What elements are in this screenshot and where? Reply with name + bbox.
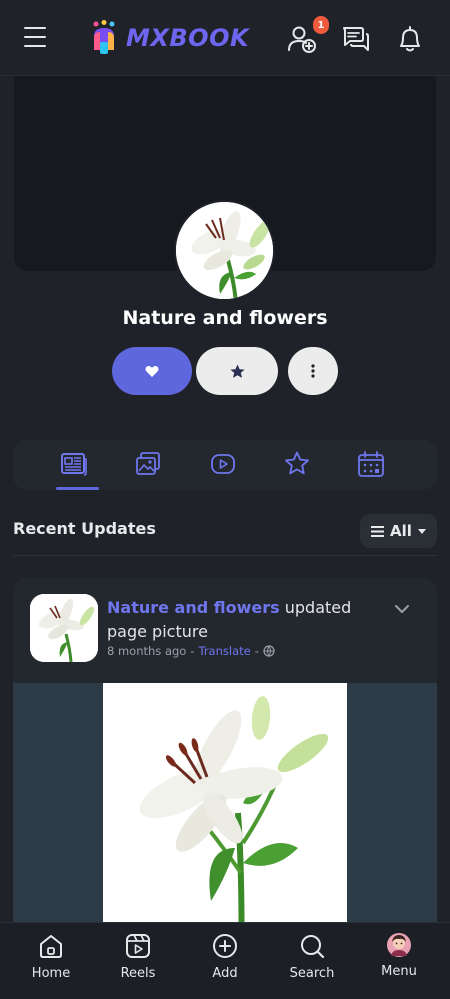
nav-search-label: Search [289, 966, 335, 981]
more-options-button[interactable] [288, 347, 338, 395]
nav-add-label: Add [212, 966, 238, 981]
nav-menu[interactable]: Menu [364, 932, 434, 979]
nav-search[interactable]: Search [277, 932, 347, 981]
nav-reels-label: Reels [120, 966, 156, 981]
nav-menu-label: Menu [381, 964, 417, 979]
post-author-avatar[interactable] [30, 594, 98, 662]
messages-icon[interactable] [341, 24, 371, 54]
star-icon [229, 364, 245, 378]
logo-mark-icon [93, 20, 115, 54]
post-meta: 8 months ago - Translate - [107, 644, 275, 658]
page-title: Nature and flowers [122, 307, 328, 329]
logo-text: MXBOOK [126, 24, 250, 52]
more-vertical-icon [311, 364, 315, 378]
nav-add[interactable]: Add [190, 932, 260, 981]
like-button[interactable] [112, 347, 192, 395]
nav-reels[interactable]: Reels [103, 932, 173, 981]
app-logo[interactable]: MXBOOK [90, 20, 249, 56]
reels-icon [126, 934, 150, 958]
photos-icon[interactable] [134, 450, 162, 478]
nav-home-label: Home [31, 966, 71, 981]
active-tab-indicator [56, 487, 99, 490]
add-icon [213, 934, 237, 958]
menu-icon[interactable] [24, 27, 54, 49]
reviews-icon[interactable] [283, 450, 311, 478]
bell-icon[interactable] [395, 24, 425, 54]
meta-separator: - [254, 644, 259, 658]
heart-icon [145, 365, 159, 377]
translate-link[interactable]: Translate [198, 644, 250, 658]
post-headline: Nature and flowers updated page picture [107, 596, 387, 644]
posts-icon[interactable] [60, 450, 88, 478]
chevron-down-icon[interactable] [393, 600, 411, 618]
globe-icon [263, 645, 275, 657]
events-icon[interactable] [357, 450, 385, 478]
list-icon [371, 525, 385, 537]
favorite-button[interactable] [196, 347, 278, 395]
home-icon [40, 935, 62, 958]
friend-requests-badge: 1 [313, 16, 329, 34]
filter-label: All [390, 522, 412, 540]
page-avatar[interactable] [174, 200, 275, 301]
post-time[interactable]: 8 months ago [107, 644, 186, 658]
post-author-link[interactable]: Nature and flowers [107, 598, 280, 617]
videos-icon[interactable] [209, 450, 237, 478]
divider [13, 555, 437, 556]
caret-down-icon [417, 528, 426, 534]
nav-home[interactable]: Home [16, 932, 86, 981]
lily-flower-image [30, 594, 98, 662]
meta-separator: - [190, 644, 195, 658]
section-title: Recent Updates [13, 519, 156, 538]
search-icon [301, 935, 325, 959]
lily-flower-image [176, 202, 273, 299]
user-avatar-icon [387, 933, 411, 957]
filter-dropdown[interactable]: All [360, 514, 437, 548]
